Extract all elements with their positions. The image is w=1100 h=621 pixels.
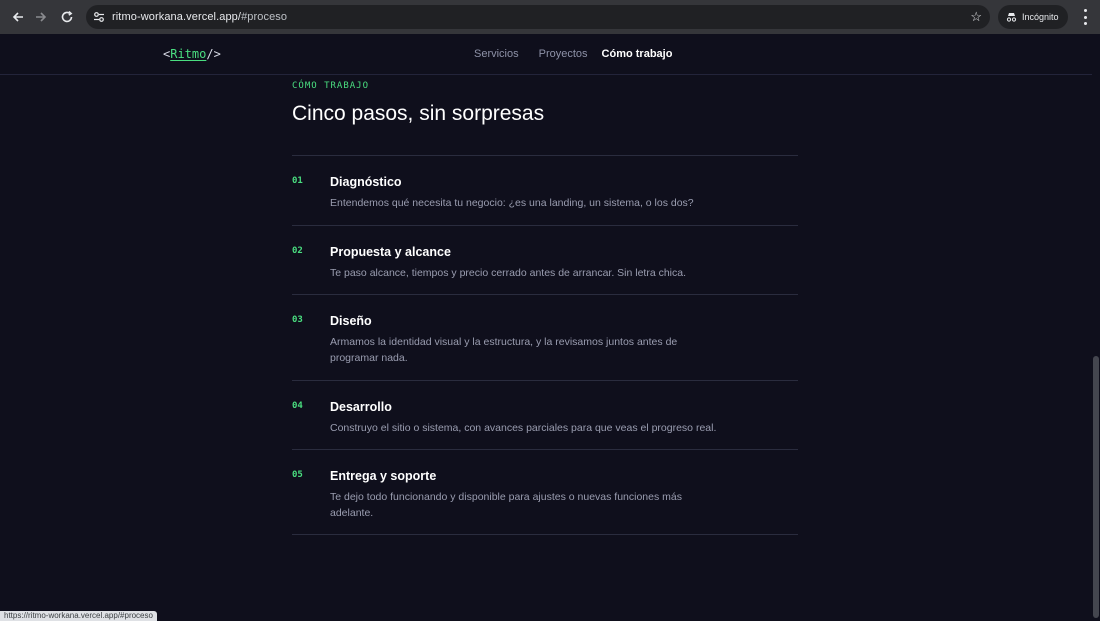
logo-brand: Ritmo [170, 47, 207, 61]
nav-link-proyectos[interactable]: Proyectos [539, 48, 588, 60]
url-text: ritmo-workana.vercel.app/#proceso [112, 11, 287, 23]
link-status-bar: https://ritmo-workana.vercel.app/#proces… [0, 611, 157, 621]
site-logo[interactable]: <Ritmo/> [163, 47, 221, 61]
step-description: Entendemos qué necesita tu negocio: ¿es … [330, 197, 694, 209]
step-title: Entrega y soporte [330, 469, 437, 483]
url-host: ritmo-workana.vercel.app/ [112, 11, 242, 23]
process-step: 04 Desarrollo Construyo el sitio o siste… [292, 381, 798, 450]
process-step: 03 Diseño Armamos la identidad visual y … [292, 295, 798, 381]
bookmark-star-icon[interactable]: ☆ [970, 9, 982, 25]
step-number: 02 [292, 246, 303, 256]
process-step: 02 Propuesta y alcance Te paso alcance, … [292, 226, 798, 295]
incognito-icon [1006, 13, 1017, 22]
more-menu-icon[interactable] [1078, 9, 1092, 25]
step-title: Diagnóstico [330, 175, 402, 189]
url-path: #proceso [241, 11, 288, 23]
nav-link-como-trabajo[interactable]: Cómo trabajo [602, 48, 673, 60]
site-header: <Ritmo/> Servicios Proyectos Cómo trabaj… [0, 34, 1100, 75]
step-number: 05 [292, 470, 303, 480]
scrollbar-thumb[interactable] [1093, 356, 1099, 618]
process-steps-list: 01 Diagnóstico Entendemos qué necesita t… [292, 155, 798, 535]
step-description: Te paso alcance, tiempos y precio cerrad… [330, 267, 687, 279]
address-bar[interactable]: ritmo-workana.vercel.app/#proceso ☆ [86, 5, 990, 29]
process-step: 01 Diagnóstico Entendemos qué necesita t… [292, 156, 798, 226]
browser-toolbar: ritmo-workana.vercel.app/#proceso ☆ Incó… [0, 0, 1100, 34]
main-nav: Servicios Proyectos Cómo trabajo [474, 48, 692, 60]
forward-arrow-icon[interactable] [28, 4, 54, 30]
nav-link-servicios[interactable]: Servicios [474, 48, 519, 60]
step-description: Armamos la identidad visual y la estruct… [330, 336, 678, 364]
step-description: Te dejo todo funcionando y disponible pa… [330, 491, 682, 519]
step-title: Desarrollo [330, 400, 392, 414]
incognito-badge[interactable]: Incógnito [998, 5, 1068, 29]
section-eyebrow: CÓMO TRABAJO [292, 81, 370, 91]
incognito-label: Incógnito [1022, 12, 1059, 22]
step-number: 04 [292, 401, 303, 411]
step-description: Construyo el sitio o sistema, con avance… [330, 422, 717, 434]
logo-close: /> [206, 47, 221, 61]
step-number: 01 [292, 176, 303, 186]
site-settings-icon[interactable] [92, 10, 106, 24]
page-scrollbar[interactable] [1092, 34, 1100, 621]
step-title: Propuesta y alcance [330, 245, 451, 259]
section-title: Cinco pasos, sin sorpresas [292, 102, 545, 125]
process-step: 05 Entrega y soporte Te dejo todo funcio… [292, 450, 798, 535]
step-title: Diseño [330, 314, 372, 328]
step-number: 03 [292, 315, 303, 325]
reload-icon[interactable] [54, 4, 80, 30]
